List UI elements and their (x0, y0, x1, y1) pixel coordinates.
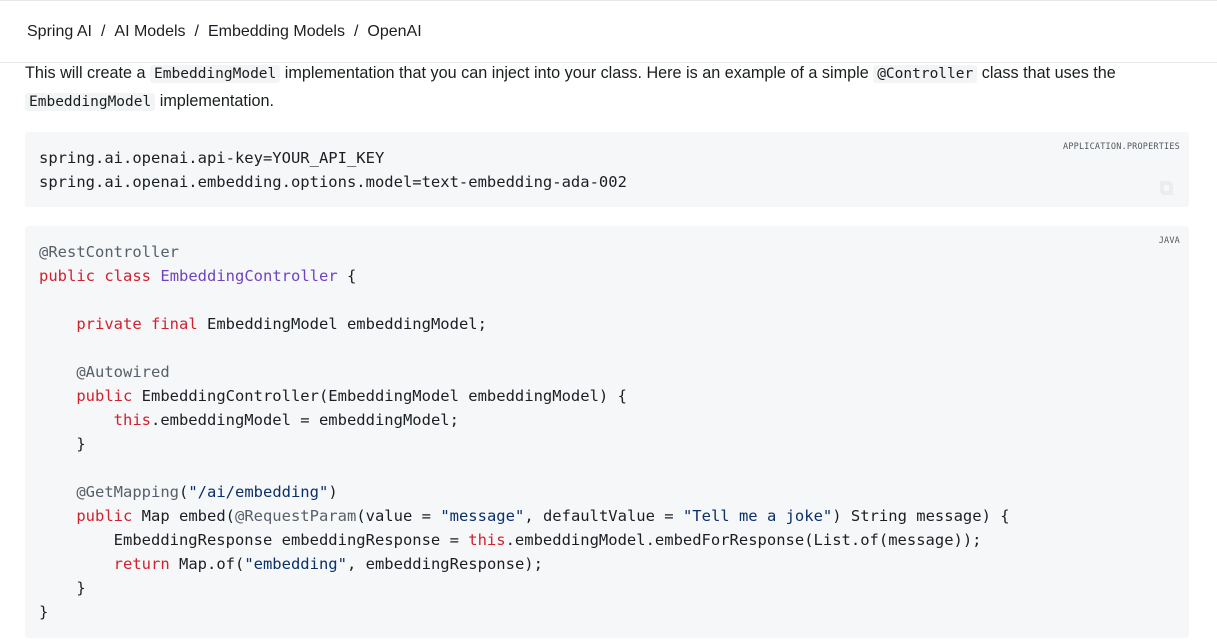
breadcrumb-item-spring-ai[interactable]: Spring AI (27, 23, 92, 41)
code-line: return Map.of("embedding", embeddingResp… (113, 555, 543, 573)
inline-code: EmbeddingModel (150, 65, 281, 83)
code-line: this.embeddingModel = embeddingModel; (113, 411, 459, 429)
inline-code: EmbeddingModel (25, 93, 156, 111)
code-line: spring.ai.openai.api-key=YOUR_API_KEY (39, 149, 385, 167)
code-content: spring.ai.openai.api-key=YOUR_API_KEY sp… (39, 146, 1175, 194)
intro-text: This will create a (25, 64, 151, 82)
code-line: } (39, 435, 86, 453)
code-line: public class EmbeddingController { (39, 267, 357, 285)
code-line: @RestController (39, 243, 179, 261)
breadcrumb-item-embedding-models[interactable]: Embedding Models (208, 23, 345, 41)
code-line: EmbeddingResponse embeddingResponse = th… (39, 531, 982, 549)
code-line: public EmbeddingController(EmbeddingMode… (76, 387, 627, 405)
breadcrumb-separator: / (194, 22, 199, 40)
inline-code: @Controller (873, 65, 978, 83)
code-line: public Map embed(@RequestParam(value = "… (76, 507, 1010, 525)
breadcrumb-item-openai[interactable]: OpenAI (367, 23, 421, 41)
intro-text: implementation that you can inject into … (280, 64, 874, 82)
code-line: @GetMapping("/ai/embedding") (76, 483, 338, 501)
breadcrumb: Spring AI / AI Models / Embedding Models… (0, 0, 1217, 63)
code-line: @Autowired (76, 363, 170, 381)
code-language-label: JAVA (1158, 236, 1180, 246)
code-block-properties: APPLICATION.PROPERTIES spring.ai.openai.… (25, 132, 1189, 207)
breadcrumb-item-ai-models[interactable]: AI Models (114, 23, 185, 41)
intro-text: class that uses the (977, 64, 1116, 82)
code-language-label: APPLICATION.PROPERTIES (1063, 142, 1180, 152)
code-block-java: JAVA @RestController public class Embedd… (25, 226, 1189, 638)
copy-icon[interactable] (1159, 180, 1175, 196)
code-line: private final EmbeddingModel embeddingMo… (76, 315, 487, 333)
breadcrumb-separator: / (100, 22, 106, 40)
code-line: spring.ai.openai.embedding.options.model… (39, 173, 627, 191)
code-content: @RestController public class EmbeddingCo… (39, 240, 1175, 624)
intro-text: implementation. (155, 92, 274, 110)
intro-paragraph: This will create a EmbeddingModel implem… (25, 60, 1195, 116)
code-line: } (39, 579, 86, 597)
code-line: } (39, 603, 49, 621)
breadcrumb-separator: / (353, 22, 359, 40)
